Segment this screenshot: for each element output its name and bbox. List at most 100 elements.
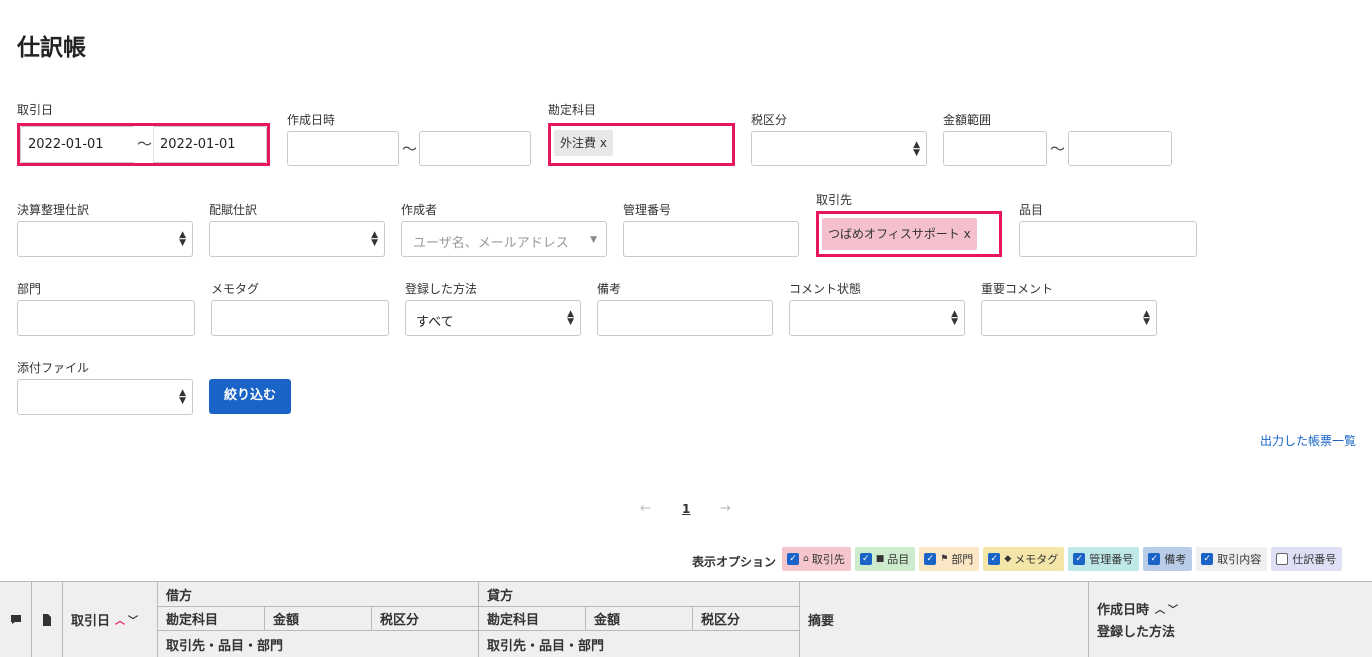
- select-arrows-icon: ▲ ▼: [179, 388, 186, 406]
- tax-category-select[interactable]: ▲ ▼: [751, 131, 927, 166]
- display-option-label: 品目: [887, 553, 910, 566]
- created-at-label: 作成日時: [287, 113, 336, 127]
- display-option-item[interactable]: ✓ ■ 品目: [854, 547, 916, 571]
- credit-tax-header: 税区分: [693, 607, 800, 631]
- creator-label: 作成者: [401, 203, 438, 217]
- transaction-date-from-input[interactable]: 2022-01-01: [20, 126, 134, 163]
- amount-range-label: 金額範囲: [943, 113, 992, 127]
- select-arrows-icon: ▲ ▼: [951, 309, 958, 327]
- created-at-column-header[interactable]: 作成日時 ︿ ﹀ 登録した方法: [1089, 582, 1372, 657]
- dropdown-triangle-icon: ▼: [590, 235, 597, 245]
- checkbox-checked-icon[interactable]: ✓: [1148, 553, 1161, 565]
- display-option-label: 備考: [1164, 553, 1187, 566]
- attachment-select[interactable]: ▲ ▼: [17, 379, 193, 415]
- home-icon: ⌂: [803, 554, 809, 564]
- checkbox-checked-icon[interactable]: ✓: [787, 553, 799, 565]
- file-column-header: [32, 582, 63, 657]
- display-option-label: 取引内容: [1217, 553, 1262, 566]
- account-chip[interactable]: 外注費 x: [554, 130, 613, 156]
- description-header: 摘要: [800, 582, 1089, 657]
- display-option-partner[interactable]: ✓ ⌂ 取引先: [782, 547, 851, 571]
- debit-header: 借方: [158, 582, 479, 607]
- display-option-control-number[interactable]: ✓ 管理番号: [1068, 547, 1140, 571]
- tax-category-label: 税区分: [751, 113, 788, 127]
- debit-account-header: 勘定科目: [158, 607, 265, 631]
- display-option-entry-number[interactable]: 仕訳番号: [1271, 547, 1343, 571]
- amount-range-separator: 〜: [1050, 140, 1066, 158]
- select-arrows-icon: ▲ ▼: [913, 139, 920, 158]
- display-option-memo-tag[interactable]: ✓ ◆ メモタグ: [983, 547, 1065, 571]
- transaction-date-label: 取引日: [17, 103, 54, 117]
- created-at-from-input[interactable]: [287, 131, 399, 166]
- important-comment-label: 重要コメント: [981, 282, 1054, 296]
- file-icon: [43, 613, 51, 626]
- display-option-remarks[interactable]: ✓ 備考: [1143, 547, 1193, 571]
- display-option-label: 部門: [951, 553, 974, 566]
- sort-asc-icon[interactable]: ︿: [1155, 601, 1165, 616]
- creator-select[interactable]: ユーザ名、メールアドレス ▼: [401, 221, 607, 257]
- created-at-separator: 〜: [402, 140, 418, 158]
- important-comment-select[interactable]: ▲ ▼: [981, 300, 1157, 336]
- transaction-date-to-value: 2022-01-01: [160, 137, 236, 152]
- created-at-header-label: 作成日時: [1097, 603, 1150, 618]
- display-option-department[interactable]: ✓ ⚑ 部門: [919, 547, 980, 571]
- allocation-entry-select[interactable]: ▲ ▼: [209, 221, 385, 257]
- closing-entry-select[interactable]: ▲ ▼: [17, 221, 193, 257]
- department-input[interactable]: [17, 300, 195, 336]
- comment-status-label: コメント状態: [789, 282, 862, 296]
- select-arrows-icon: ▲ ▼: [567, 309, 574, 327]
- sort-asc-icon[interactable]: ︿: [115, 612, 125, 627]
- date-column-header[interactable]: 取引日 ︿ ﹀: [63, 582, 158, 657]
- comment-icon: [10, 615, 21, 624]
- transaction-date-to-input[interactable]: 2022-01-01: [153, 126, 267, 163]
- checkbox-checked-icon[interactable]: ✓: [924, 553, 937, 565]
- amount-max-input[interactable]: [1068, 131, 1172, 166]
- checkbox-checked-icon[interactable]: ✓: [859, 553, 872, 565]
- select-arrows-icon: ▲ ▼: [1143, 309, 1150, 327]
- date-header-label: 取引日: [71, 614, 111, 629]
- remarks-input[interactable]: [597, 300, 773, 336]
- transaction-date-from-value: 2022-01-01: [28, 137, 104, 152]
- tag-icon: ◆: [1004, 554, 1012, 564]
- attachment-label: 添付ファイル: [17, 361, 90, 375]
- flag-icon: ⚑: [940, 554, 949, 564]
- created-at-to-input[interactable]: [419, 131, 531, 166]
- journal-table-header: 取引日 ︿ ﹀ 借方 勘定科目 金額 税区分 取引先・品目・部門 貸方 勘定科目…: [0, 581, 1372, 657]
- debit-tax-header: 税区分: [372, 607, 479, 631]
- next-page-icon[interactable]: →: [720, 501, 731, 516]
- output-reports-link[interactable]: 出力した帳票一覧: [1260, 432, 1356, 449]
- amount-min-input[interactable]: [943, 131, 1047, 166]
- registration-method-label: 登録した方法: [405, 282, 478, 296]
- partner-chip[interactable]: つばめオフィスサポート x: [822, 218, 977, 250]
- control-number-label: 管理番号: [623, 203, 672, 217]
- sort-desc-icon[interactable]: ﹀: [1168, 601, 1178, 616]
- memo-tag-input[interactable]: [211, 300, 389, 336]
- page-title: 仕訳帳: [17, 35, 86, 61]
- account-label: 勘定科目: [548, 103, 597, 117]
- credit-account-header: 勘定科目: [479, 607, 586, 631]
- credit-sub-header: 取引先・品目・部門: [479, 631, 800, 657]
- registration-method-select[interactable]: すべて ▲ ▼: [405, 300, 581, 336]
- display-option-label: 仕訳番号: [1292, 553, 1337, 566]
- prev-page-icon[interactable]: ←: [640, 501, 651, 516]
- comment-column-header: [0, 582, 32, 657]
- filter-submit-button[interactable]: 絞り込む: [209, 379, 291, 414]
- sort-desc-icon[interactable]: ﹀: [128, 612, 138, 627]
- current-page[interactable]: 1: [682, 502, 690, 516]
- control-number-input[interactable]: [623, 221, 799, 257]
- checkbox-checked-icon[interactable]: ✓: [988, 553, 1001, 565]
- display-option-label: 管理番号: [1089, 553, 1134, 566]
- item-input[interactable]: [1019, 221, 1197, 257]
- select-arrows-icon: ▲ ▼: [179, 230, 186, 248]
- checkbox-unchecked-icon[interactable]: [1276, 553, 1289, 565]
- checkbox-checked-icon[interactable]: ✓: [1201, 553, 1214, 565]
- memo-tag-label: メモタグ: [211, 282, 260, 296]
- transaction-date-separator: 〜: [137, 135, 153, 153]
- allocation-entry-label: 配賦仕訳: [209, 203, 258, 217]
- display-option-transaction-content[interactable]: ✓ 取引内容: [1196, 547, 1268, 571]
- comment-status-select[interactable]: ▲ ▼: [789, 300, 965, 336]
- credit-header: 貸方: [479, 582, 800, 607]
- department-label: 部門: [17, 282, 42, 296]
- partner-label: 取引先: [816, 193, 853, 207]
- checkbox-checked-icon[interactable]: ✓: [1073, 553, 1086, 565]
